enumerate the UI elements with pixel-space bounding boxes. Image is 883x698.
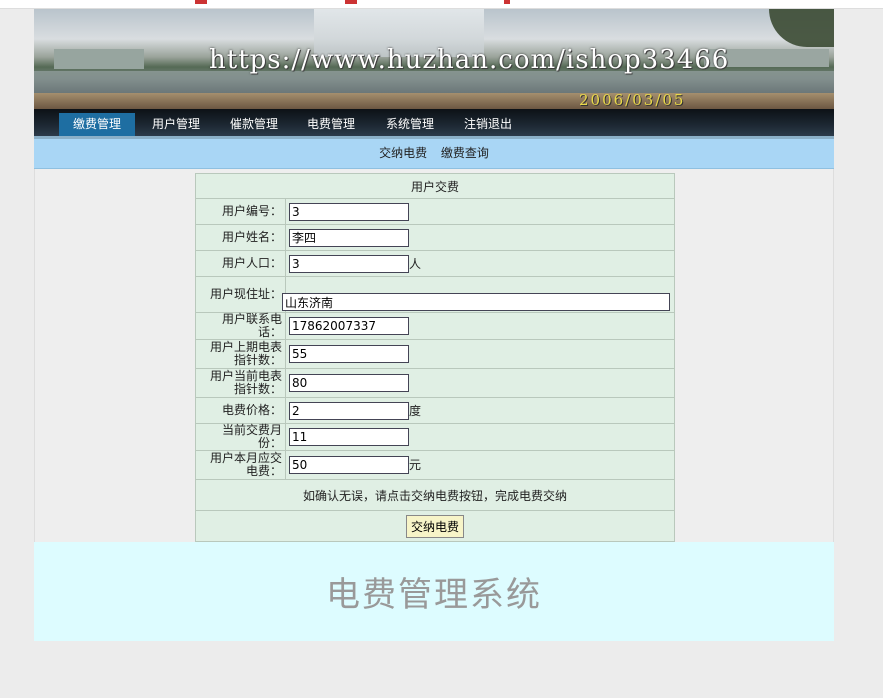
- phone-label: 用户联系电话：: [195, 312, 286, 340]
- nav-item-dunning[interactable]: 催款管理: [230, 113, 278, 136]
- current-meter-input[interactable]: [289, 374, 409, 392]
- address-label: 用户现住址：: [195, 276, 286, 313]
- nav-item-electricity[interactable]: 电费管理: [307, 113, 355, 136]
- user-id-input[interactable]: [289, 202, 409, 221]
- footer-title: 电费管理系统: [326, 575, 542, 615]
- nav-item-users[interactable]: 用户管理: [152, 113, 200, 136]
- nav-item-payment[interactable]: 缴费管理: [59, 113, 136, 136]
- page-frame: https://www.huzhan.com/ishop33466 2006/0…: [34, 9, 834, 641]
- footer: 电费管理系统: [34, 542, 834, 641]
- nav-item-system[interactable]: 系统管理: [386, 113, 434, 136]
- phone-input[interactable]: [289, 317, 409, 335]
- amount-label: 用户本月应交电费：: [195, 450, 286, 480]
- population-input[interactable]: [289, 254, 409, 273]
- top-mark: [504, 0, 510, 4]
- amount-input[interactable]: [289, 456, 409, 474]
- last-meter-input[interactable]: [289, 345, 409, 363]
- price-input[interactable]: [289, 401, 409, 420]
- header-banner: https://www.huzhan.com/ishop33466 2006/0…: [34, 9, 834, 109]
- top-mark: [195, 0, 207, 4]
- submit-payment-button[interactable]: 交纳电费: [405, 514, 464, 538]
- nav-item-logout[interactable]: 注销退出: [464, 113, 512, 136]
- main-content: 用户交费 用户编号： 用户姓名： 用户人口： 人 用户现住址： 用户联系电话：: [34, 169, 834, 542]
- banner-building: [54, 49, 144, 69]
- current-meter-label: 用户当前电表指针数：: [195, 368, 286, 398]
- population-unit: 人: [409, 256, 422, 271]
- address-input[interactable]: [282, 293, 670, 311]
- last-meter-label: 用户上期电表指针数：: [195, 339, 286, 369]
- banner-watermark: https://www.huzhan.com/ishop33466: [209, 45, 730, 75]
- banner-tree: [769, 9, 834, 47]
- month-label: 当前交费月份：: [195, 423, 286, 451]
- browser-top-strip: [0, 0, 883, 9]
- payment-form: 用户交费 用户编号： 用户姓名： 用户人口： 人 用户现住址： 用户联系电话：: [195, 173, 675, 542]
- confirm-notice: 如确认无误，请点击交纳电费按钮，完成电费交纳: [195, 479, 675, 511]
- month-input[interactable]: [289, 428, 409, 446]
- subnav-query-link[interactable]: 缴费查询: [441, 146, 489, 160]
- banner-ground: [34, 93, 834, 109]
- sub-nav: 交纳电费 缴费查询: [34, 139, 834, 169]
- amount-unit: 元: [409, 458, 422, 472]
- banner-date: 2006/03/05: [579, 91, 686, 109]
- form-title: 用户交费: [195, 173, 675, 199]
- population-label: 用户人口：: [195, 250, 286, 277]
- user-id-label: 用户编号：: [195, 198, 286, 225]
- subnav-pay-link[interactable]: 交纳电费: [379, 146, 427, 160]
- main-nav: 缴费管理 用户管理 催款管理 电费管理 系统管理 注销退出: [34, 109, 834, 139]
- price-label: 电费价格：: [195, 397, 286, 424]
- price-unit: 度: [409, 403, 422, 418]
- user-name-label: 用户姓名：: [195, 224, 286, 251]
- user-name-input[interactable]: [289, 228, 409, 247]
- top-mark: [345, 0, 357, 4]
